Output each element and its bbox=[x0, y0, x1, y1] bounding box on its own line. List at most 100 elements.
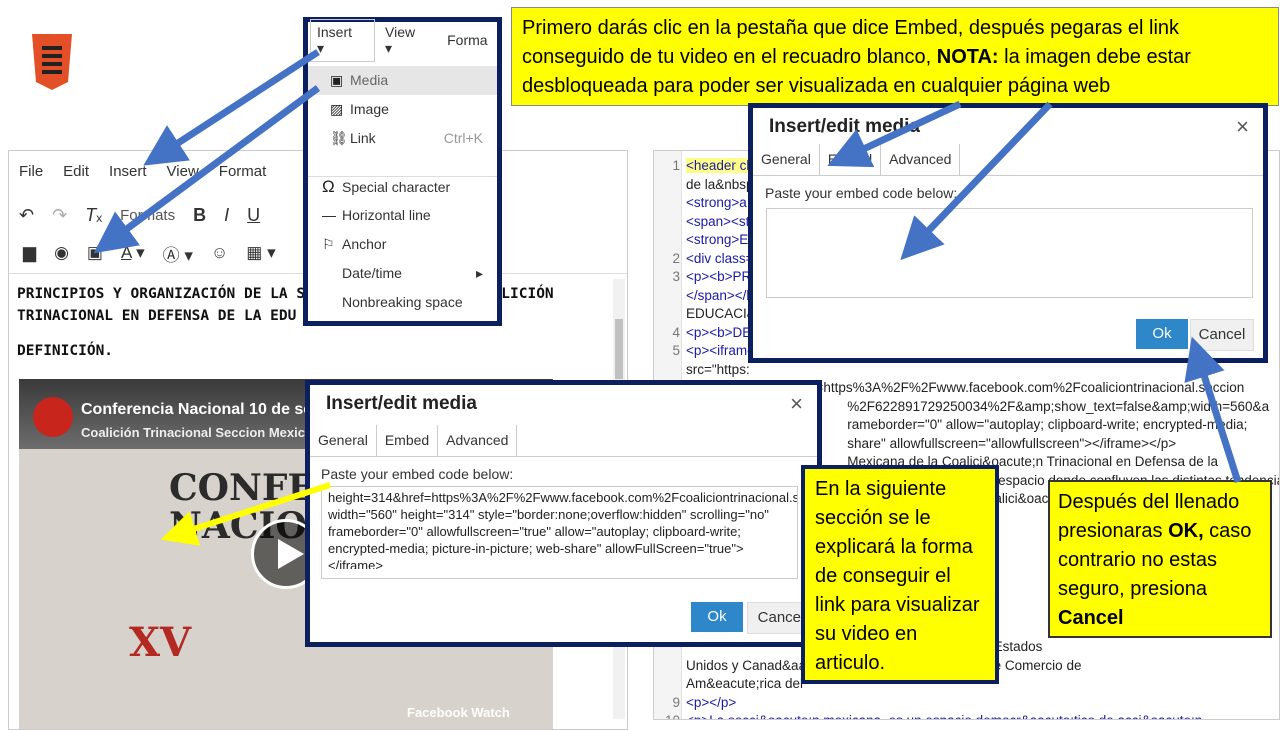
embed-code-textarea[interactable]: height=314&href=https%3A%2F%2Fwww.facebo… bbox=[321, 486, 798, 579]
code-line: src="https: bbox=[654, 361, 1274, 379]
horizontal-line-icon: — bbox=[322, 207, 336, 223]
menu-item-anchor[interactable]: ⚐ Anchor bbox=[308, 230, 497, 259]
menu-item-horizontal-line[interactable]: — Horizontal line bbox=[308, 201, 497, 230]
line-text: src="https: bbox=[686, 361, 750, 377]
menu-tab-insert[interactable]: Insert ▾ bbox=[310, 18, 376, 62]
line-text: <strong>a bbox=[686, 195, 747, 210]
dialog-title: Insert/edit media bbox=[326, 393, 477, 414]
submenu-arrow-icon: ▸ bbox=[475, 265, 483, 281]
link-icon: ⛓ bbox=[330, 130, 348, 146]
embed-code-label: Paste your embed code below: bbox=[765, 185, 958, 201]
note-top-bold: NOTA: bbox=[936, 46, 999, 68]
preview-icon[interactable]: ◉ bbox=[54, 243, 69, 263]
line-text: EDUCACI& bbox=[686, 306, 756, 321]
line-text: <p><b>DE bbox=[686, 324, 752, 340]
scrollbar-thumb[interactable] bbox=[615, 319, 623, 379]
menu-tab-format[interactable]: Forma bbox=[447, 32, 487, 48]
note-right-ok: OK, bbox=[1168, 520, 1204, 542]
line-text: <p><iframe bbox=[686, 343, 755, 358]
insert-menu-dropdown: Insert ▾ View ▾ Forma ▣ Media ▨ Image ⛓ Lin… bbox=[303, 17, 502, 326]
italic-icon[interactable]: I bbox=[224, 205, 229, 226]
ok-button[interactable]: Ok bbox=[1136, 319, 1188, 349]
code-line: 9 <p></p> bbox=[654, 694, 1274, 712]
line-text: <p></p> bbox=[686, 694, 737, 710]
menu-item-media[interactable]: ▣ Media bbox=[308, 66, 497, 95]
formats-dropdown[interactable]: Formats bbox=[120, 207, 175, 224]
table-icon[interactable]: ▦ ▾ bbox=[246, 243, 275, 263]
tab-advanced[interactable]: Advanced bbox=[438, 425, 518, 456]
menu-file[interactable]: File bbox=[19, 163, 43, 180]
line-number: 2 bbox=[672, 250, 680, 266]
menu-item-nonbreaking-space[interactable]: Nonbreaking space bbox=[308, 288, 497, 317]
shortcut-ctrl-k: Ctrl+K bbox=[443, 130, 483, 146]
line-number: 4 bbox=[672, 324, 680, 340]
video-xv-text: XV bbox=[129, 619, 192, 666]
facebook-watch-label: Facebook Watch bbox=[407, 705, 510, 720]
dialog-tabs: General Embed Advanced bbox=[753, 144, 1263, 176]
menu-item-link[interactable]: ⛓ Link Ctrl+K bbox=[308, 124, 497, 153]
line-text: <header cla bbox=[686, 158, 757, 173]
line-number: 3 bbox=[672, 269, 680, 284]
menu-item-datetime[interactable]: Date/time ▸ bbox=[308, 259, 497, 288]
video-subtitle: Coalición Trinacional Seccion Mexicana bbox=[81, 425, 328, 440]
dialog-title: Insert/edit media bbox=[769, 116, 920, 137]
undo-icon[interactable]: ↶ bbox=[19, 205, 34, 226]
line-text: <p><b>PR bbox=[686, 269, 752, 284]
instruction-note-right: Después del llenado presionaras OK, caso… bbox=[1048, 480, 1272, 638]
menu-item-special-character[interactable]: Ω Special character bbox=[308, 172, 497, 201]
tab-general[interactable]: General bbox=[753, 144, 820, 175]
video-channel-logo bbox=[33, 397, 73, 437]
tab-general[interactable]: General bbox=[310, 425, 377, 456]
arrow-to-insert-menu bbox=[143, 49, 320, 166]
menu-item-image[interactable]: ▨ Image bbox=[308, 95, 497, 124]
line-text: <div class= bbox=[686, 250, 754, 266]
print-icon[interactable]: ▆ bbox=[23, 243, 36, 263]
clear-format-icon[interactable]: Tₓ bbox=[85, 205, 102, 226]
text-color-icon[interactable]: A ▾ bbox=[121, 243, 145, 263]
menu-edit[interactable]: Edit bbox=[63, 163, 89, 180]
line-number: 5 bbox=[672, 343, 680, 358]
menu-tab-row: Insert ▾ View ▾ Forma bbox=[308, 18, 497, 62]
instruction-note-top: Primero darás clic en la pestaña que dic… bbox=[511, 7, 1279, 106]
line-text: <p>La secci&oacute;n mexicana, es un esp… bbox=[686, 713, 1202, 719]
video-title: Conferencia Nacional 10 de sep bbox=[81, 401, 322, 418]
line-text: </span></b bbox=[686, 287, 754, 303]
tab-embed[interactable]: Embed bbox=[376, 425, 439, 456]
bookmark-icon: ⚐ bbox=[322, 236, 335, 252]
background-color-icon[interactable]: Ⓐ ▾ bbox=[163, 241, 193, 266]
media-icon[interactable]: ▣ bbox=[87, 243, 103, 263]
image-icon: ▨ bbox=[330, 101, 344, 117]
menu-format[interactable]: Format bbox=[219, 163, 267, 180]
omega-icon: Ω bbox=[322, 177, 335, 196]
bold-icon[interactable]: B bbox=[193, 205, 206, 226]
insert-media-dialog-top: Insert/edit media × General Embed Advanc… bbox=[748, 103, 1268, 363]
menu-insert[interactable]: Insert bbox=[109, 163, 147, 180]
media-icon: ▣ bbox=[330, 72, 344, 88]
emoticon-icon[interactable]: ☺ bbox=[211, 243, 228, 263]
tab-advanced[interactable]: Advanced bbox=[881, 144, 961, 175]
line-text: Am&eacute;rica del bbox=[686, 676, 804, 691]
line-text: de la&nbsp bbox=[686, 176, 754, 192]
tab-embed[interactable]: Embed bbox=[819, 144, 882, 175]
menu-view[interactable]: View bbox=[167, 163, 199, 180]
line-number: 10 bbox=[654, 712, 680, 719]
embed-code-value: height=314&href=https%3A%2F%2Fwww.facebo… bbox=[328, 490, 798, 569]
code-line: 10 <p>La secci&oacute;n mexicana, es un e… bbox=[654, 712, 1274, 719]
instruction-note-middle: En la siguiente sección se le explicará … bbox=[801, 465, 999, 684]
note-right-cancel: Cancel bbox=[1058, 607, 1124, 629]
redo-icon[interactable]: ↷ bbox=[52, 205, 67, 226]
dialog-tabs: General Embed Advanced bbox=[310, 425, 817, 457]
cancel-button[interactable]: Cancel bbox=[1190, 319, 1254, 351]
html5-logo-icon bbox=[32, 34, 72, 90]
heading-line1: PRINCIPIOS Y ORGANIZACIÓN DE LA S bbox=[17, 286, 306, 302]
close-icon[interactable]: × bbox=[1236, 114, 1249, 140]
ok-button[interactable]: Ok bbox=[691, 602, 743, 632]
insert-media-dialog-bottom: Insert/edit media × General Embed Advanc… bbox=[305, 380, 822, 647]
line-text: <span><str bbox=[686, 213, 754, 229]
embed-code-textarea[interactable] bbox=[766, 208, 1253, 298]
close-icon[interactable]: × bbox=[790, 391, 803, 417]
line-number: 9 bbox=[672, 694, 680, 710]
line-text: <strong>Ed bbox=[686, 232, 756, 247]
menu-tab-view[interactable]: View ▾ bbox=[385, 24, 431, 57]
underline-icon[interactable]: U bbox=[247, 205, 260, 226]
